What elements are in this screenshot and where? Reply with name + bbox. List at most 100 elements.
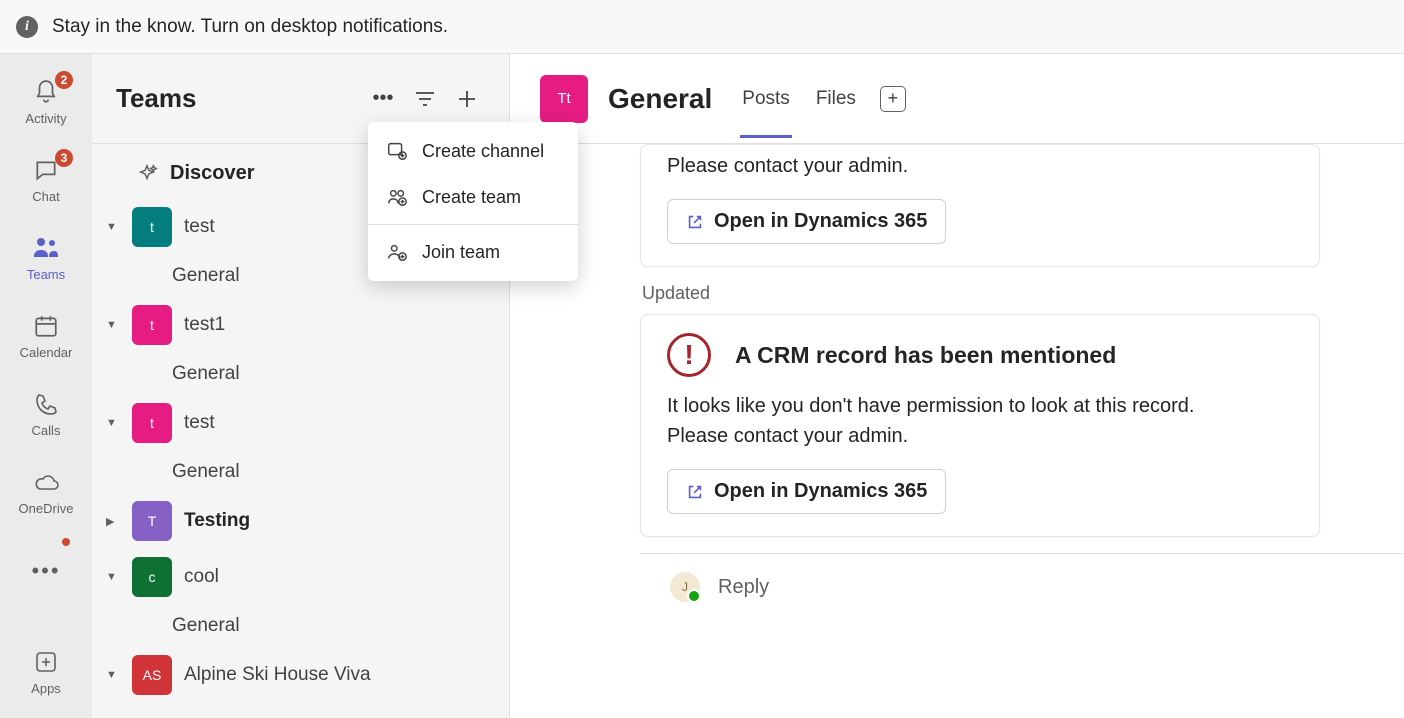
activity-badge: 2 [55,71,73,89]
chevron-down-icon: ▼ [106,319,120,331]
more-horizontal-icon: ••• [372,87,393,110]
chevron-down-icon: ▼ [106,571,120,583]
rail-apps[interactable]: Apps [0,632,92,710]
rail-calendar[interactable]: Calendar [0,296,92,374]
team-name: Alpine Ski House Viva [184,664,371,686]
teams-panel-title: Teams [116,83,359,114]
message-card: Please contact your admin. Open in Dynam… [640,144,1320,267]
rail-chat-label: Chat [32,189,59,204]
apps-icon [34,650,58,674]
notification-bar: i Stay in the know. Turn on desktop noti… [0,0,1404,54]
team-row[interactable]: ▼ AS Alpine Ski House Viva [100,647,501,703]
rail-apps-label: Apps [31,681,61,696]
chevron-right-icon: ▶ [106,515,120,528]
cloud-icon [32,472,60,492]
content-header: Tt General Posts Files + [510,54,1404,144]
menu-create-team[interactable]: Create team [368,174,578,220]
more-icon: ••• [31,556,61,586]
rail-more[interactable]: ••• [0,534,92,612]
calendar-icon [33,313,59,339]
menu-join-team[interactable]: Join team [368,229,578,275]
plus-icon: + [888,88,899,109]
team-avatar: c [132,557,172,597]
rail-activity[interactable]: 2 Activity [0,62,92,140]
menu-create-team-label: Create team [422,187,521,208]
team-avatar: t [132,207,172,247]
team-name: test1 [184,314,225,336]
teams-more-button[interactable]: ••• [365,81,401,117]
message-card: ! A CRM record has been mentioned It loo… [640,314,1320,537]
open-dynamics-button[interactable]: Open in Dynamics 365 [667,469,946,514]
teams-add-button[interactable] [449,81,485,117]
notification-text: Stay in the know. Turn on desktop notifi… [52,16,448,38]
reply-label: Reply [718,576,769,599]
team-name: Testing [184,510,250,532]
content-area: Tt General Posts Files + Please contact … [510,54,1404,718]
chevron-down-icon: ▼ [106,669,120,681]
more-notification-dot [62,538,70,546]
channel-row[interactable]: General [100,451,501,493]
team-avatar: t [132,403,172,443]
people-icon [32,236,60,260]
rail-calls-label: Calls [32,423,61,438]
rail-chat[interactable]: 3 Chat [0,140,92,218]
menu-separator [368,224,578,225]
open-dynamics-label: Open in Dynamics 365 [714,480,927,503]
discover-label: Discover [170,162,255,185]
rail-calls[interactable]: Calls [0,374,92,452]
team-name: test [184,412,215,434]
create-team-icon [386,186,408,208]
card-body-text: Please contact your admin. [667,151,1293,181]
info-icon: i [16,16,38,38]
app-rail: 2 Activity 3 Chat Teams Calendar [0,54,92,718]
external-link-icon [686,213,704,231]
add-dropdown-menu: Create channel Create team Join team [368,122,578,281]
chat-badge: 3 [55,149,73,167]
add-tab-button[interactable]: + [880,86,906,112]
external-link-icon [686,483,704,501]
rail-teams-label: Teams [27,267,65,282]
reply-row[interactable]: J Reply [640,553,1404,620]
channel-avatar: Tt [540,75,588,123]
teams-filter-button[interactable] [407,81,443,117]
join-team-icon [386,241,408,263]
team-row[interactable]: ▶ T Testing [100,493,501,549]
channel-title: General [608,83,712,115]
create-channel-icon [386,140,408,162]
filter-icon [415,91,435,107]
reply-avatar: J [670,572,700,602]
chevron-down-icon: ▼ [106,221,120,233]
teams-panel: Teams ••• Create channel Create team Joi… [92,54,510,718]
tab-posts[interactable]: Posts [740,60,792,138]
card-title: A CRM record has been mentioned [735,342,1116,369]
tab-files[interactable]: Files [814,60,858,138]
chevron-down-icon: ▼ [106,417,120,429]
sparkle-icon [136,163,158,185]
team-name: cool [184,566,219,588]
phone-icon [34,392,58,416]
menu-create-channel[interactable]: Create channel [368,128,578,174]
team-row[interactable]: ▼ ccool [100,549,501,605]
team-row[interactable]: ▼ ttest [100,395,501,451]
channel-tabs: Posts Files + [740,60,906,138]
team-row[interactable]: ▼ t test1 [100,297,501,353]
team-name: test [184,216,215,238]
plus-icon [457,89,477,109]
rail-onedrive[interactable]: OneDrive [0,452,92,530]
rail-teams[interactable]: Teams [0,218,92,296]
updated-label: Updated [640,283,1404,304]
channel-row[interactable]: General [100,353,501,395]
card-body-text: It looks like you don't have permission … [667,391,1293,451]
menu-create-channel-label: Create channel [422,141,544,162]
channel-row[interactable]: General [100,605,501,647]
rail-activity-label: Activity [25,111,66,126]
open-dynamics-label: Open in Dynamics 365 [714,210,927,233]
team-avatar: AS [132,655,172,695]
rail-onedrive-label: OneDrive [19,501,74,516]
rail-calendar-label: Calendar [20,345,73,360]
warning-icon: ! [667,333,711,377]
menu-join-team-label: Join team [422,242,500,263]
open-dynamics-button[interactable]: Open in Dynamics 365 [667,199,946,244]
team-avatar: T [132,501,172,541]
team-avatar: t [132,305,172,345]
